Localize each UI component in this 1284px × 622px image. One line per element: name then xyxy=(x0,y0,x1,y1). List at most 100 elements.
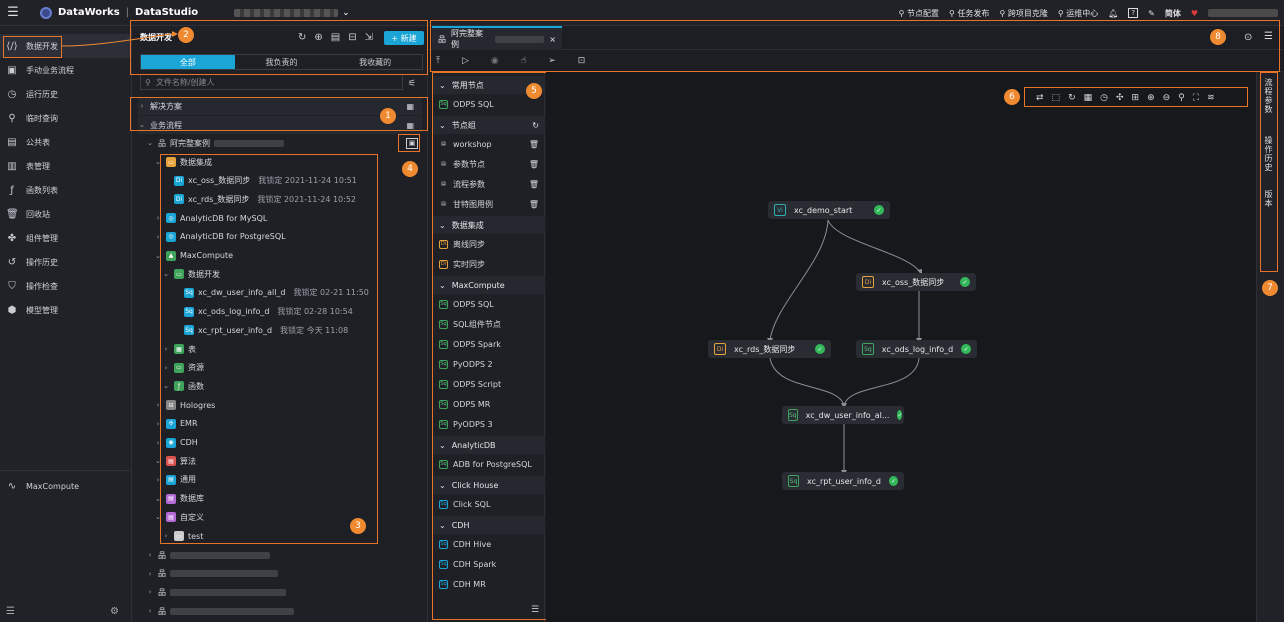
annotation-box-rightpanel xyxy=(1260,72,1278,272)
success-icon: ✓ xyxy=(961,344,971,354)
nav-item-label: 操作检查 xyxy=(26,281,58,291)
di-node-icon: Di xyxy=(714,343,726,355)
success-icon: ✓ xyxy=(874,205,884,215)
nav-maxcompute[interactable]: ∿ MaxCompute xyxy=(0,474,132,498)
brand-separator: | xyxy=(125,7,130,18)
nav-item-5[interactable]: ▥ 表管理 xyxy=(0,154,131,178)
nav-item-1[interactable]: ▣ 手动业务流程 xyxy=(0,58,131,82)
annotation-box-nodepanel xyxy=(432,72,549,620)
edge-start-rds xyxy=(769,219,829,341)
dag-node-rds[interactable]: Di xc_rds_数据同步 ✓ xyxy=(708,340,831,358)
workflow-icon: 品 xyxy=(158,587,166,597)
dag-canvas[interactable]: Vi xc_demo_start ✓ Di xc_oss_数据同步 ✓ Di x… xyxy=(546,72,1256,622)
blurred-name xyxy=(170,588,286,596)
link-node-config[interactable]: ⚲ 节点配置 xyxy=(899,8,939,19)
nav-item-10[interactable]: ⛉ 操作检查 xyxy=(0,274,131,298)
workflow-name: 阿完整案例 xyxy=(170,138,210,148)
nav-item-7[interactable]: 🗑︎ 回收站 xyxy=(0,202,131,226)
user-name[interactable] xyxy=(1208,9,1278,17)
bell-icon[interactable]: 🔔︎ xyxy=(1108,9,1118,18)
maxcompute-icon: ∿ xyxy=(7,480,17,492)
success-icon: ✓ xyxy=(815,344,825,354)
chevron-right-icon: › xyxy=(148,551,152,559)
nav-maxcompute-label: MaxCompute xyxy=(26,481,80,491)
annotation-badge-3: 3 xyxy=(350,518,366,534)
table-icon: ▤ xyxy=(7,136,17,148)
dag-node-oss[interactable]: Di xc_oss_数据同步 ✓ xyxy=(856,273,976,291)
success-icon: ✓ xyxy=(889,476,898,486)
link-clone[interactable]: ⚲ 跨项目克隆 xyxy=(999,8,1047,19)
nav-item-label: 组件管理 xyxy=(26,233,58,243)
search-input[interactable]: ⚲ 文件名称/创建人 xyxy=(140,74,403,90)
nav-item-label: 模型管理 xyxy=(26,305,58,315)
nav-item-label: 回收站 xyxy=(26,209,50,219)
workflow-icon: 品 xyxy=(158,550,166,560)
filter-icon[interactable]: ⚟ xyxy=(408,79,416,89)
nav-item-2[interactable]: ◷ 运行历史 xyxy=(0,82,131,106)
dataworks-logo-icon xyxy=(40,6,52,19)
table-manage-icon: ▥ xyxy=(7,160,17,172)
tree-row-blurred[interactable]: › 品 xyxy=(146,583,286,601)
annotation-badge-5: 5 xyxy=(526,83,542,99)
chevron-right-icon: › xyxy=(148,588,152,597)
project-selector[interactable] xyxy=(234,8,339,17)
search-icon: ⚲ xyxy=(8,112,16,124)
annotation-badge-6: 6 xyxy=(1004,89,1020,105)
tree-row-blurred[interactable]: › 品 xyxy=(146,546,270,564)
nav-item-label: 临时查询 xyxy=(26,113,58,123)
search-placeholder: 文件名称/创建人 xyxy=(155,77,215,87)
search-icon: ⚲ xyxy=(145,77,151,87)
success-icon: ✓ xyxy=(960,277,970,287)
nav-item-label: 操作历史 xyxy=(26,257,58,267)
nav-item-11[interactable]: ⬢ 模型管理 xyxy=(0,298,131,322)
workflow-name-blur xyxy=(214,139,284,147)
function-icon: ƒ xyxy=(10,184,14,196)
link-deploy[interactable]: ⚲ 任务发布 xyxy=(949,8,989,19)
wrench-icon[interactable]: ✎ xyxy=(1148,9,1155,18)
settings-icon[interactable]: ⚙ xyxy=(110,606,119,617)
sql-node-icon: Sq xyxy=(862,343,874,355)
workflow-row[interactable]: ⌄ 品 阿完整案例 ▣ xyxy=(146,134,424,152)
chevron-down-icon: ⌄ xyxy=(147,139,153,147)
sql-node-icon: Sq xyxy=(788,475,799,487)
annotation-badge-4: 4 xyxy=(402,161,418,177)
left-nav: ⟨/⟩ 数据开发 ▣ 手动业务流程 ◷ 运行历史 ⚲ 临时查询 ▤ 公共表 ▥ 表管理 ƒ 函数列表 🗑︎ 回… xyxy=(0,26,132,622)
history-icon: ↺ xyxy=(7,256,17,268)
app-root: ☰ DataWorks | DataStudio ⌄ ⚲ 节点配置 ⚲ 任务发布… xyxy=(0,0,1284,622)
annotation-box-nav xyxy=(3,36,62,58)
nav-item-label: 公共表 xyxy=(26,137,50,147)
success-icon: ✓ xyxy=(897,410,903,420)
language-switch[interactable]: 简体 xyxy=(1165,8,1181,19)
dag-node-rpt[interactable]: Sq xc_rpt_user_info_d ✓ xyxy=(782,472,904,490)
dag-node-start[interactable]: Vi xc_demo_start ✓ xyxy=(768,201,890,219)
workflow-icon: 品 xyxy=(158,569,166,579)
tree-row-blurred[interactable]: › 品 xyxy=(146,565,278,583)
collapse-icon[interactable]: ☰ xyxy=(6,606,15,617)
edge-start-oss xyxy=(827,219,921,273)
blurred-name xyxy=(170,551,270,559)
trash-icon: 🗑︎ xyxy=(6,208,19,220)
dag-node-ods[interactable]: Sq xc_ods_log_info_d ✓ xyxy=(856,340,977,358)
menu-icon[interactable]: ☰ xyxy=(0,0,26,26)
chevron-down-icon[interactable]: ⌄ xyxy=(342,8,350,18)
virtual-node-icon: Vi xyxy=(774,204,786,216)
annotation-box-canvas-toolbar xyxy=(1024,87,1248,107)
nav-item-6[interactable]: ƒ 函数列表 xyxy=(0,178,131,202)
workflow-icon: 品 xyxy=(158,138,166,148)
nav-item-9[interactable]: ↺ 操作历史 xyxy=(0,250,131,274)
briefcase-icon: ▣ xyxy=(7,64,17,76)
dag-node-dw[interactable]: Sq xc_dw_user_info_al... ✓ xyxy=(782,406,904,424)
nav-item-4[interactable]: ▤ 公共表 xyxy=(0,130,131,154)
nav-item-label: 表管理 xyxy=(26,161,50,171)
avatar-icon[interactable]: ♥ xyxy=(1191,9,1198,18)
help-icon[interactable]: ? xyxy=(1128,8,1139,18)
tree-row-blurred[interactable]: › 品 xyxy=(146,602,294,620)
brand: DataWorks | DataStudio xyxy=(40,6,198,19)
nav-item-3[interactable]: ⚲ 临时查询 xyxy=(0,106,131,130)
link-ops-center[interactable]: ⚲ 运维中心 xyxy=(1058,8,1098,19)
cube-icon: ⬢ xyxy=(7,304,17,316)
nav-item-label: 手动业务流程 xyxy=(26,65,74,75)
annotation-badge-8: 8 xyxy=(1210,29,1226,45)
nav-item-8[interactable]: ✤ 组件管理 xyxy=(0,226,131,250)
nav-item-label: 运行历史 xyxy=(26,89,58,99)
